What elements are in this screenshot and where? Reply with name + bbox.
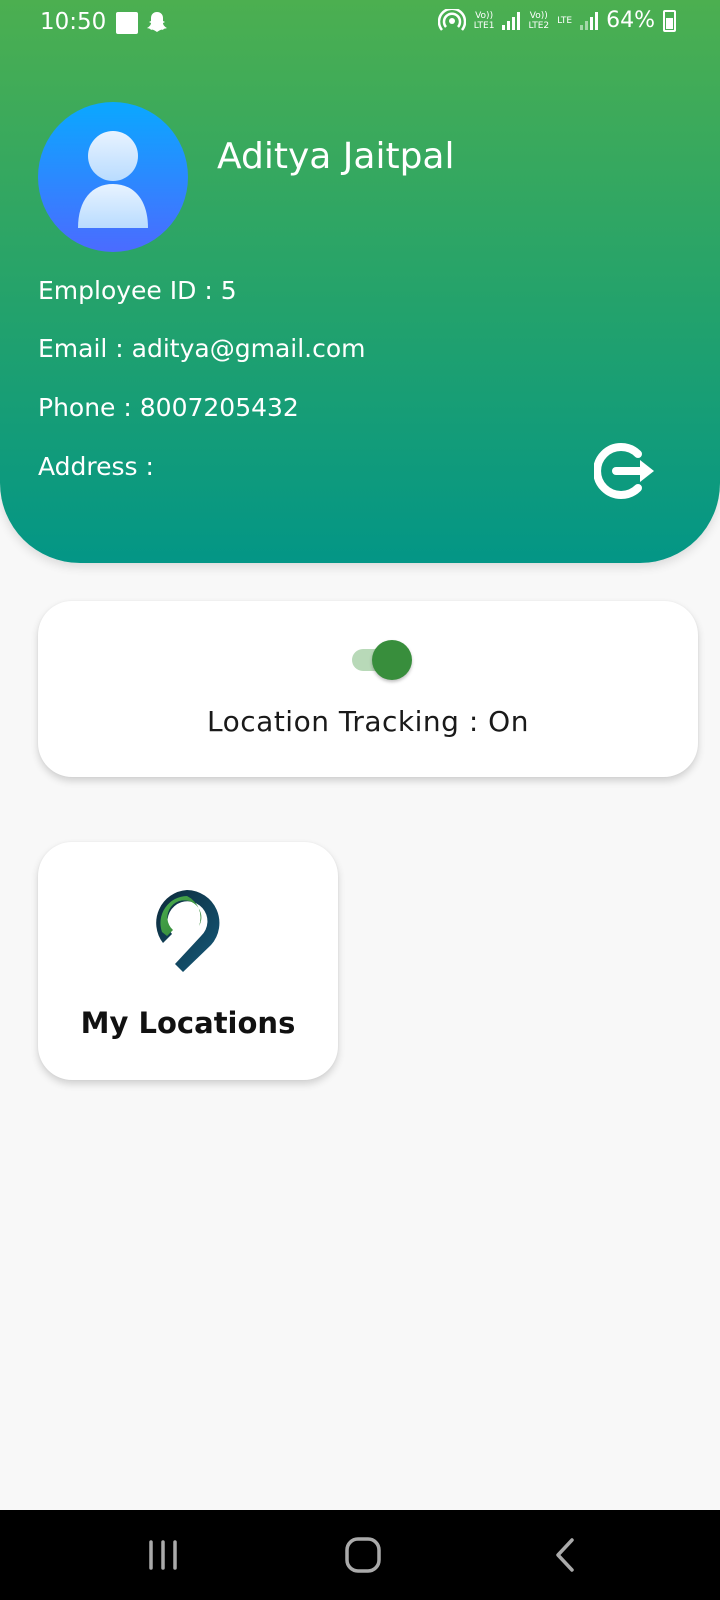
back-icon[interactable]: [540, 1530, 590, 1580]
avatar[interactable]: [38, 102, 188, 252]
home-icon[interactable]: [338, 1530, 388, 1580]
email: Email : aditya@gmail.com: [38, 334, 366, 363]
location-tracking-card: Location Tracking : On: [38, 601, 698, 777]
sim1-label: Vo)) LTE1: [473, 10, 495, 31]
my-locations-tile[interactable]: My Locations: [38, 842, 338, 1080]
location-tracking-toggle[interactable]: [346, 639, 412, 680]
status-bar: 10:50 Vo)) LTE1 Vo)) LTE2 LTE 64%: [0, 0, 720, 46]
sim2-signal-icon: [580, 11, 599, 30]
battery-percent: 64%: [606, 8, 655, 33]
logout-icon[interactable]: [594, 440, 660, 502]
address: Address :: [38, 452, 154, 481]
user-name: Aditya Jaitpal: [217, 136, 455, 177]
profile-header: 10:50 Vo)) LTE1 Vo)) LTE2 LTE 64% Aditya…: [0, 0, 720, 563]
sim2-label: Vo)) LTE2: [528, 10, 550, 31]
navigation-bar: [0, 1510, 720, 1600]
lte-label: LTE: [557, 15, 573, 26]
battery-icon: [663, 9, 676, 32]
toggle-thumb: [372, 640, 412, 680]
snapchat-ghost-icon: [147, 12, 167, 32]
phone: Phone : 8007205432: [38, 393, 299, 422]
status-time: 10:50: [40, 9, 107, 35]
location-pin-icon: [156, 890, 220, 972]
status-icons: Vo)) LTE1 Vo)) LTE2 LTE 64%: [437, 8, 676, 33]
notification-square-icon: [116, 12, 138, 34]
sim1-signal-icon: [502, 11, 521, 30]
recent-apps-icon[interactable]: [138, 1530, 188, 1580]
hotspot-icon: [437, 8, 466, 31]
employee-id: Employee ID : 5: [38, 276, 237, 305]
my-locations-label: My Locations: [80, 1006, 296, 1040]
location-tracking-label: Location Tracking : On: [207, 705, 529, 738]
avatar-icon: [78, 131, 148, 228]
